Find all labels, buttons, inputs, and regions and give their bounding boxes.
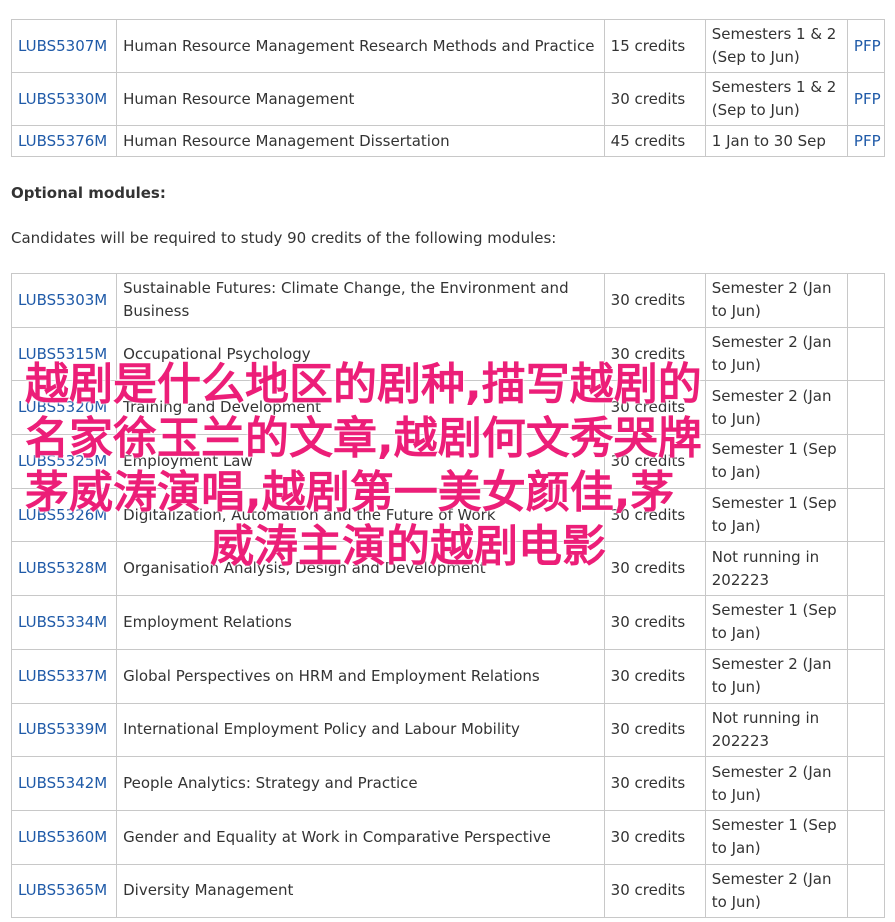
module-semester: Semester 1 (Sep to Jan) (704, 595, 848, 650)
module-credits: 30 credits (603, 380, 706, 436)
table-row: LUBS5342M People Analytics: Strategy and … (10, 756, 886, 811)
empty-cell (846, 273, 886, 328)
module-title: People Analytics: Strategy and Practice (116, 756, 605, 811)
module-title: Gender and Equality at Work in Comparati… (116, 809, 605, 865)
optional-modules-heading: Optional modules: (11, 184, 166, 202)
module-semester: Semester 1 (Sep to Jan) (704, 434, 848, 489)
empty-cell (846, 809, 886, 865)
module-title: Digitalization, Automation and the Futur… (116, 487, 605, 543)
module-title: Organisation Analysis, Design and Develo… (116, 541, 605, 597)
module-semester: Semester 2 (Jan to Jun) (704, 756, 848, 811)
module-title: Employment Law (116, 434, 605, 489)
core-modules-table: LUBS5307M Human Resource Management Rese… (10, 19, 886, 157)
module-credits: 30 credits (603, 487, 706, 543)
module-type-link[interactable]: PFP (854, 90, 881, 108)
module-title: Global Perspectives on HRM and Employmen… (116, 648, 605, 704)
table-row: LUBS5339M International Employment Policy… (10, 702, 886, 758)
table-row: LUBS5325M Employment Law 30 credits Semeste… (10, 434, 886, 489)
empty-cell (846, 380, 886, 436)
module-credits: 30 credits (603, 809, 706, 865)
module-credits: 30 credits (603, 756, 706, 811)
module-credits: 30 credits (603, 595, 706, 650)
module-code-link[interactable]: LUBS5342M (18, 774, 107, 792)
module-credits: 30 credits (603, 648, 706, 704)
module-credits: 30 credits (603, 273, 706, 328)
optional-modules-intro: Candidates will be required to study 90 … (11, 229, 557, 247)
empty-cell (846, 702, 886, 758)
module-code-link[interactable]: LUBS5315M (18, 345, 107, 363)
module-code-link[interactable]: LUBS5307M (18, 37, 107, 55)
module-semester: Semester 2 (Jan to Jun) (704, 863, 848, 919)
empty-cell (846, 326, 886, 382)
module-semester: Semesters 1 & 2 (Sep to Jun) (704, 19, 848, 73)
optional-modules-table: LUBS5303M Sustainable Futures: Climate Ch… (10, 273, 886, 919)
table-row: LUBS5365M Diversity Management 30 credits S… (10, 863, 886, 919)
module-credits: 15 credits (603, 19, 706, 73)
module-title: International Employment Policy and Labo… (116, 702, 605, 758)
module-credits: 30 credits (603, 434, 706, 489)
module-title: Human Resource Management Research Metho… (116, 19, 605, 73)
empty-cell (846, 648, 886, 704)
module-title: Occupational Psychology (116, 326, 605, 382)
module-title: Diversity Management (116, 863, 605, 919)
empty-cell (846, 434, 886, 489)
module-code-link[interactable]: LUBS5360M (18, 828, 107, 846)
table-row: LUBS5328M Organisation Analysis, Design a… (10, 541, 886, 597)
module-type-link[interactable]: PFP (854, 132, 881, 150)
table-row: LUBS5360M Gender and Equality at Work in … (10, 809, 886, 865)
module-code-link[interactable]: LUBS5320M (18, 398, 107, 416)
module-code-link[interactable]: LUBS5326M (18, 506, 107, 524)
module-semester: Semester 1 (Sep to Jan) (704, 809, 848, 865)
module-credits: 45 credits (603, 125, 706, 157)
module-semester: Semesters 1 & 2 (Sep to Jun) (704, 72, 848, 126)
module-title: Human Resource Management Dissertation (116, 125, 605, 157)
empty-cell (846, 487, 886, 543)
module-code-link[interactable]: LUBS5330M (18, 90, 107, 108)
module-title: Human Resource Management (116, 72, 605, 126)
module-credits: 30 credits (603, 863, 706, 919)
module-title: Sustainable Futures: Climate Change, the… (116, 273, 605, 328)
module-semester: Semester 2 (Jan to Jun) (704, 648, 848, 704)
empty-cell (846, 863, 886, 919)
table-row: LUBS5334M Employment Relations 30 credits S… (10, 595, 886, 650)
empty-cell (846, 756, 886, 811)
module-code-link[interactable]: LUBS5376M (18, 132, 107, 150)
table-row: LUBS5330M Human Resource Management 30 c… (10, 72, 886, 126)
module-semester: Semester 1 (Sep to Jan) (704, 487, 848, 543)
module-code-link[interactable]: LUBS5325M (18, 452, 107, 470)
module-code-link[interactable]: LUBS5334M (18, 613, 107, 631)
empty-cell (846, 541, 886, 597)
module-code-link[interactable]: LUBS5337M (18, 667, 107, 685)
module-semester: Not running in 202223 (704, 541, 848, 597)
module-code-link[interactable]: LUBS5328M (18, 559, 107, 577)
module-semester: Semester 2 (Jan to Jun) (704, 380, 848, 436)
module-title: Employment Relations (116, 595, 605, 650)
empty-cell (846, 595, 886, 650)
module-credits: 30 credits (603, 326, 706, 382)
module-credits: 30 credits (603, 541, 706, 597)
table-row: LUBS5315M Occupational Psychology 30 credi… (10, 326, 886, 382)
table-row: LUBS5320M Training and Development 30 cred… (10, 380, 886, 436)
module-credits: 30 credits (603, 702, 706, 758)
module-code-link[interactable]: LUBS5365M (18, 881, 107, 899)
table-row: LUBS5303M Sustainable Futures: Climate Ch… (10, 273, 886, 328)
module-code-link[interactable]: LUBS5303M (18, 291, 107, 309)
module-code-link[interactable]: LUBS5339M (18, 720, 107, 738)
module-title: Training and Development (116, 380, 605, 436)
table-row: LUBS5337M Global Perspectives on HRM and … (10, 648, 886, 704)
module-type-link[interactable]: PFP (854, 37, 881, 55)
module-semester: 1 Jan to 30 Sep (704, 125, 848, 157)
module-semester: Semester 2 (Jan to Jun) (704, 326, 848, 382)
module-credits: 30 credits (603, 72, 706, 126)
table-row: LUBS5376M Human Resource Management Diss… (10, 125, 886, 157)
module-semester: Not running in 202223 (704, 702, 848, 758)
table-row: LUBS5326M Digitalization, Automation and … (10, 487, 886, 543)
table-row: LUBS5307M Human Resource Management Rese… (10, 19, 886, 73)
module-semester: Semester 2 (Jan to Jun) (704, 273, 848, 328)
